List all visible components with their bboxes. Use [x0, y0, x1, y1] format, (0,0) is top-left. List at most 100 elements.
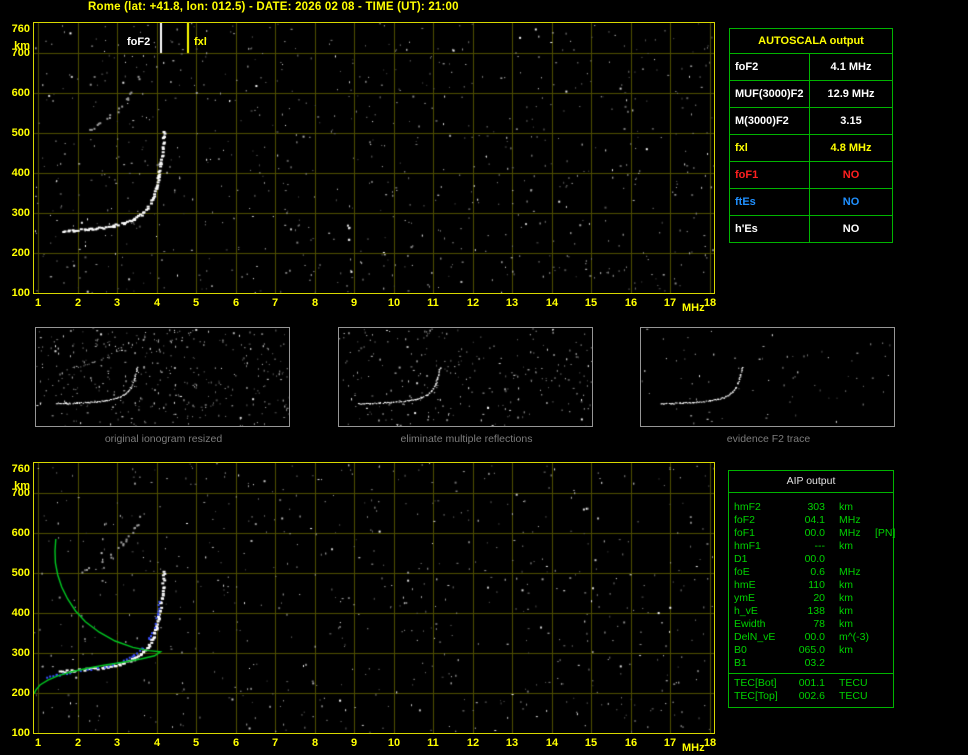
y-tick-label: 500 [11, 127, 30, 139]
aip-row-unit: MHz [839, 527, 861, 539]
x-tick-label: 11 [427, 297, 439, 309]
aip-row: B0 065.0 km [729, 644, 893, 657]
x-tick-label: 17 [663, 297, 677, 309]
thumbnail-original-canvas [36, 328, 289, 426]
aip-row-unit: TECU [839, 690, 868, 702]
aip-row-unit: km [839, 579, 853, 591]
autoscala-row-label: MUF(3000)F2 [730, 81, 810, 107]
x-tick-label: 7 [271, 737, 279, 749]
aip-row-label: B1 [734, 657, 747, 669]
x-tick-label: 6 [232, 297, 240, 309]
x-tick-label: 2 [74, 737, 82, 749]
x-tick-label: 17 [663, 737, 677, 749]
autoscala-row-value: 12.9 MHz [827, 88, 875, 100]
y-axis-unit-label: km [14, 40, 30, 52]
aip-row-value: 002.6 [798, 690, 825, 702]
autoscala-row-value: NO [842, 169, 860, 181]
x-axis-unit-label: MHz [682, 302, 705, 314]
aip-row: Ewidth 78 km [729, 618, 893, 631]
autoscala-table-header: AUTOSCALA output [730, 29, 892, 54]
aip-row-unit: km [839, 540, 853, 552]
y-tick-label: 300 [11, 207, 30, 219]
aip-row-unit: TECU [839, 677, 868, 689]
aip-row-label: TEC[Bot] [734, 677, 777, 689]
thumbnail-eliminate-multiples [338, 327, 593, 427]
autoscala-row-value: 4.8 MHz [830, 142, 872, 154]
aip-table-rows: hmF2 303 km foF2 04.1 MHz foF1 00.0 MHz [PN] hmF1 -… [729, 501, 895, 670]
main-ionogram-plot: 760 700 600 500 400 300 200 100 km 1 2 3 4 5 6 7 8 9 10 11 1… [12, 22, 716, 314]
y-tick-label: 600 [11, 527, 30, 539]
autoscala-window: Rome (lat: +41.8, lon: 012.5) - DATE: 20… [0, 0, 968, 755]
x-tick-label: 13 [505, 297, 519, 309]
aip-output-table: AIP output hmF2 303 km foF2 04.1 MHz foF1 00.0 M… [728, 470, 895, 708]
y-axis-unit-label: km [14, 480, 30, 492]
aip-row-value: 00.0 [804, 527, 825, 539]
aip-row-label: h_vE [734, 605, 758, 617]
thumbnail-eliminate-multiples-canvas [339, 328, 592, 426]
x-tick-label: 12 [466, 297, 480, 309]
aip-row-label: TEC[Top] [734, 690, 778, 702]
aip-row-unit [839, 657, 871, 670]
x-tick-label: 10 [387, 297, 401, 309]
thumbnail-original-caption: original ionogram resized [104, 433, 223, 445]
aip-table-tec-rows: TEC[Bot] 001.1 TECU TEC[Top] 002.6 TECU [729, 677, 893, 703]
autoscala-row-value: NO [842, 223, 860, 235]
x-tick-label: 2 [74, 297, 82, 309]
autoscala-row-value: 4.1 MHz [830, 61, 872, 73]
aip-row: h_vE 138 km [729, 605, 893, 618]
aip-row-value: 78 [813, 618, 825, 630]
autoscala-row-value: 3.15 [840, 115, 862, 127]
x-tick-label: 15 [584, 297, 598, 309]
aip-row-label: foF2 [734, 514, 756, 526]
aip-row-value: 04.1 [804, 514, 825, 526]
aip-row-value: 138 [807, 605, 825, 617]
autoscala-row-label: foF2 [730, 54, 810, 80]
thumbnail-original-ionogram [35, 327, 290, 427]
aip-row-value: 110 [808, 579, 825, 591]
aip-row-value: 0.6 [810, 566, 825, 578]
aip-row-unit: MHz [839, 514, 861, 526]
aip-row-unit: km [839, 501, 853, 513]
aip-row-value: 303 [807, 501, 825, 513]
x-tick-label: 13 [505, 737, 519, 749]
aip-row-value: 00.0 [804, 631, 825, 643]
aip-row: TEC[Bot] 001.1 TECU [729, 677, 893, 690]
x-tick-label: 7 [271, 297, 279, 309]
y-tick-label: 100 [11, 287, 30, 299]
thumbnail-evidence-f2-caption: evidence F2 trace [726, 433, 811, 445]
autoscala-row-label: h'Es [730, 216, 810, 242]
x-axis-unit-label: MHz [682, 742, 705, 754]
aip-row-label: Ewidth [734, 618, 766, 630]
aip-table-separator [729, 673, 893, 674]
x-tick-label: 16 [624, 297, 638, 309]
autoscala-output-table: AUTOSCALA output foF2 4.1 MHz MUF(3000)F2 1… [729, 28, 893, 243]
x-tick-label: 16 [624, 737, 638, 749]
x-tick-label: 6 [232, 737, 240, 749]
aip-row-value: 065.0 [798, 644, 825, 656]
x-tick-label: 5 [192, 737, 200, 749]
autoscala-row: foF2 4.1 MHz [730, 54, 892, 81]
x-tick-label: 5 [192, 297, 200, 309]
aip-row-unit: km [839, 644, 853, 656]
profile-ionogram-plot: 760 700 600 500 400 300 200 100 km 1 2 3 4 5 6 7 8 9 10 11 1… [12, 462, 716, 754]
aip-row-value: 00.0 [804, 553, 825, 565]
autoscala-row: fxl 4.8 MHz [730, 135, 892, 162]
aip-row-unit: km [839, 605, 853, 617]
autoscala-row: M(3000)F2 3.15 [730, 108, 892, 135]
aip-row-label: hmE [734, 579, 756, 591]
aip-row-label: B0 [734, 644, 747, 656]
aip-row-unit [839, 553, 871, 566]
x-tick-label: 8 [311, 297, 319, 309]
aip-row: ymE 20 km [729, 592, 893, 605]
x-tick-label: 4 [153, 737, 161, 749]
autoscala-row-label: ftEs [730, 189, 810, 215]
aip-row-label: D1 [734, 553, 748, 565]
aip-row: D1 00.0 [729, 553, 893, 566]
autoscala-row: h'Es NO [730, 216, 892, 242]
autoscala-row-label: M(3000)F2 [730, 108, 810, 134]
x-tick-label: 11 [427, 737, 439, 749]
aip-row: hmF2 303 km [729, 501, 893, 514]
aip-row: DelN_vE 00.0 m^(-3) [729, 631, 893, 644]
x-tick-label: 3 [113, 737, 121, 749]
y-tick-label: 300 [11, 647, 30, 659]
